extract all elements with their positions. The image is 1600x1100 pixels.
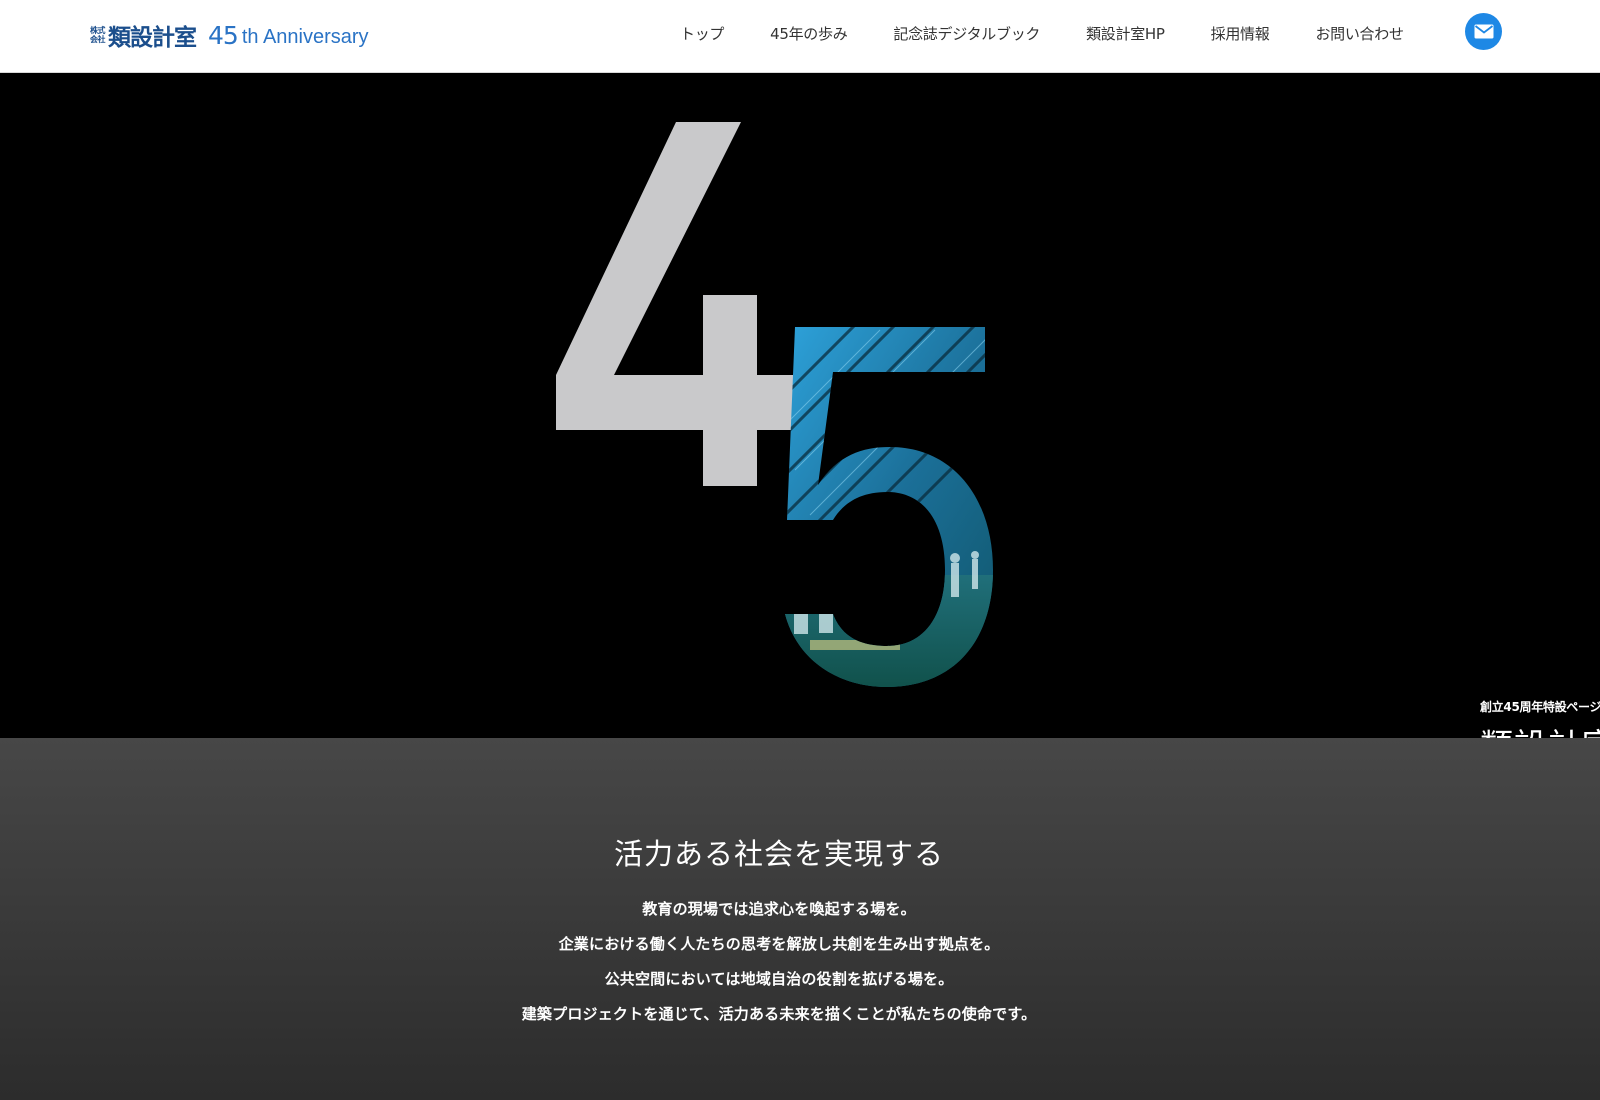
hero-section: 創立45周年特設ページ 類設計室 (0, 73, 1600, 738)
logo-prefix-bottom: 会社 (90, 35, 106, 44)
mission-line: 公共空間においては地域自治の役割を拡げる場を。 (604, 970, 954, 988)
main-nav: トップ 45年の歩み 記念誌デジタルブック 類設計室HP 採用情報 お問い合わせ (680, 20, 1416, 46)
nav-recruit[interactable]: 採用情報 (1211, 23, 1270, 44)
digit-five-photo (785, 327, 993, 687)
mission-section: 活力ある社会を実現する 教育の現場では追求心を喚起する場を。 企業における働く人… (0, 738, 1600, 1100)
site-logo[interactable]: 株式 会社 類設計室 45 th Anniversary (90, 18, 369, 52)
mission-text: 教育の現場では追求心を喚起する場を。 企業における働く人たちの思考を解放し共創を… (0, 892, 1558, 1032)
side-label-caption: 創立45周年特設ページ (1480, 700, 1600, 714)
nav-top[interactable]: トップ (680, 23, 724, 44)
side-label-company: 類設計室 (1480, 719, 1600, 738)
hero-45-graphic (556, 122, 993, 687)
logo-anniversary-number: 45 (208, 20, 239, 50)
nav-company-hp[interactable]: 類設計室HP (1086, 23, 1165, 44)
site-header: 株式 会社 類設計室 45 th Anniversary トップ 45年の歩み … (0, 0, 1600, 73)
contact-mail-button[interactable] (1465, 13, 1502, 50)
logo-anniversary-text: th Anniversary (241, 25, 369, 48)
mission-line: 教育の現場では追求心を喚起する場を。 (642, 900, 916, 918)
digit-four-shape (556, 122, 795, 486)
logo-prefix-top: 株式 (90, 26, 106, 35)
mission-title: 活力ある社会を実現する (613, 837, 944, 871)
side-label: 創立45周年特設ページ 類設計室 (1480, 698, 1600, 738)
mail-icon (1474, 24, 1493, 39)
mission-line: 企業における働く人たちの思考を解放し共創を生み出す拠点を。 (558, 935, 1000, 953)
nav-history[interactable]: 45年の歩み (770, 23, 848, 44)
nav-contact[interactable]: お問い合わせ (1315, 23, 1404, 44)
nav-digital-book[interactable]: 記念誌デジタルブック (893, 23, 1040, 44)
logo-company-name: 類設計室 (108, 25, 197, 51)
mission-line: 建築プロジェクトを通じて、活力ある未来を描くことが私たちの使命です。 (521, 1005, 1037, 1023)
logo-prefix: 株式 会社 (90, 26, 106, 44)
